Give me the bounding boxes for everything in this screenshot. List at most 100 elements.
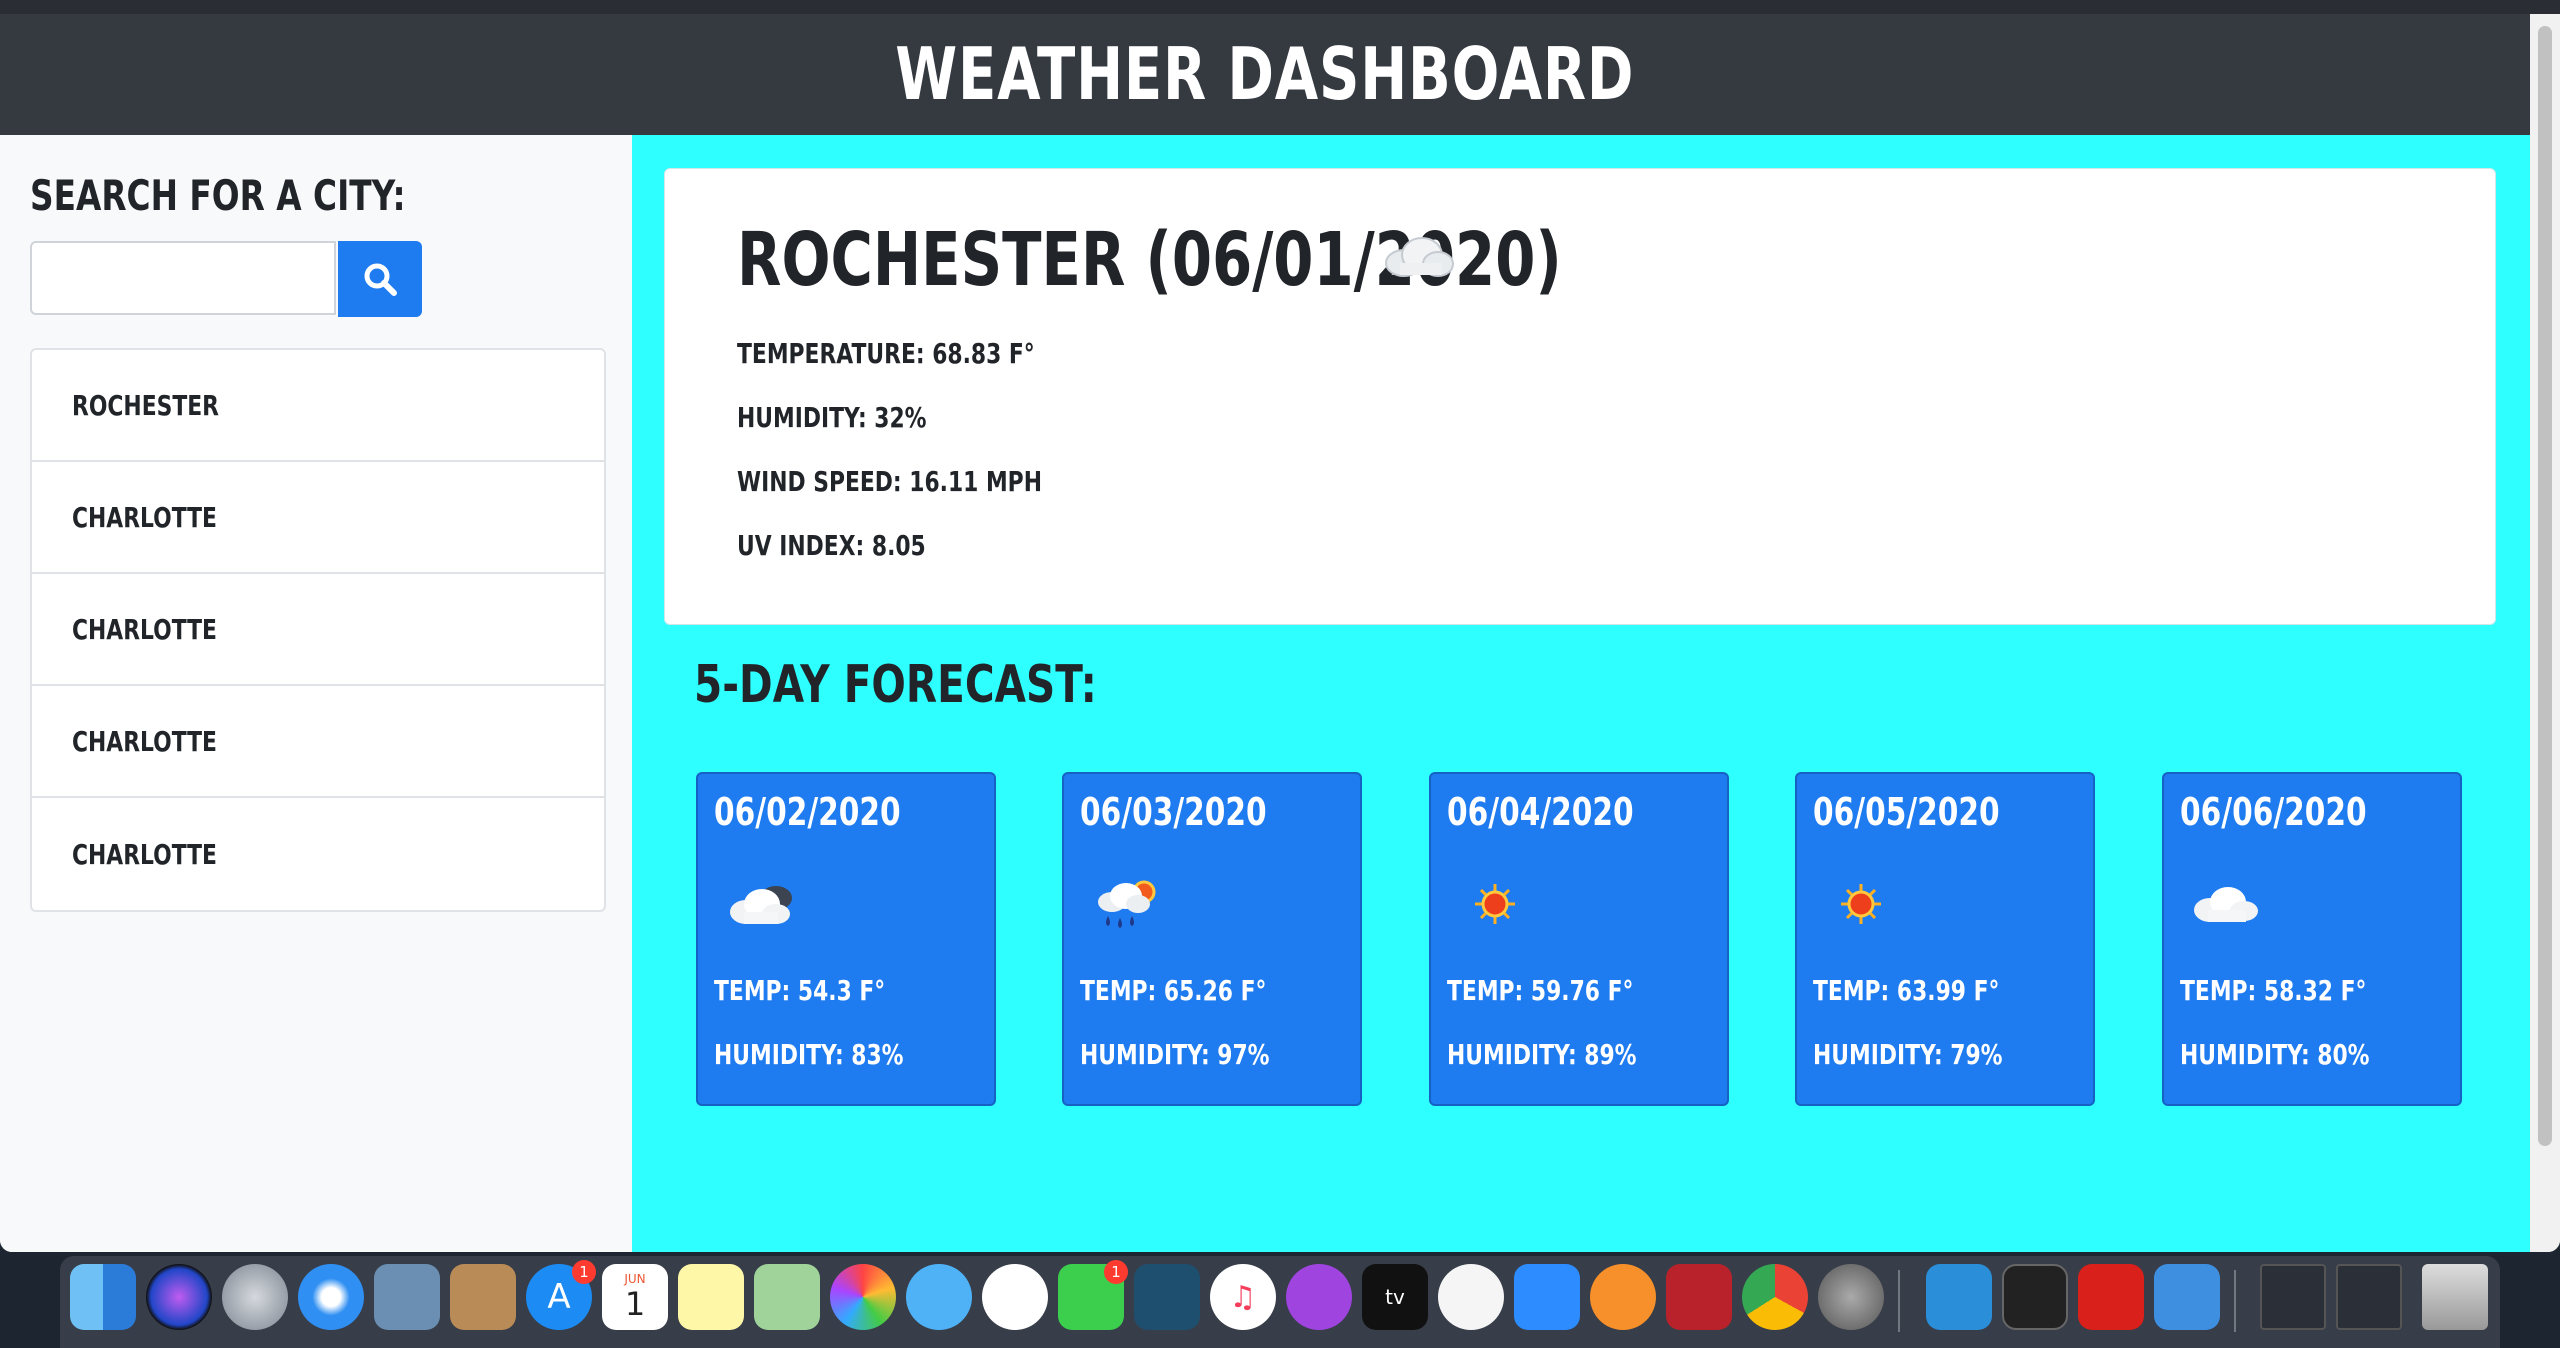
forecast-date: 06/03/2020 (1080, 790, 1319, 834)
city-item-label: CHARLOTTE (72, 724, 217, 758)
trash-icon[interactable] (2422, 1264, 2488, 1330)
forecast-temp: TEMP: 58.32 F° (2180, 974, 2419, 1007)
contacts-icon[interactable] (450, 1264, 516, 1330)
calendar-month: JUN (624, 1272, 646, 1286)
forecast-temp-text: TEMP: 59.76 F° (1447, 974, 1634, 1007)
calendar-icon[interactable]: JUN 1 (602, 1264, 668, 1330)
scrollbar-thumb[interactable] (2538, 26, 2552, 1146)
city-item[interactable]: ROCHESTER (32, 350, 604, 462)
notes-icon[interactable] (678, 1264, 744, 1330)
forecast-temp-text: TEMP: 65.26 F° (1080, 974, 1267, 1007)
appstore-icon[interactable]: A 1 (526, 1260, 596, 1330)
acrobat-icon[interactable] (2078, 1264, 2144, 1330)
forecast-date-text: 06/02/2020 (714, 790, 901, 834)
forecast-temp: TEMP: 54.3 F° (714, 974, 934, 1007)
city-item-label: CHARLOTTE (72, 837, 217, 871)
dock-separator (1898, 1270, 1900, 1332)
current-wind-speed-text: WIND SPEED: 16.11 MPH (737, 465, 1042, 498)
search-icon (364, 263, 397, 296)
sun-icon (1475, 884, 1515, 924)
partly-cloudy-icon (730, 886, 792, 924)
maps-icon[interactable] (754, 1264, 820, 1330)
forecast-temp: TEMP: 63.99 F° (1813, 974, 2052, 1007)
photobooth-icon[interactable] (1666, 1264, 1732, 1330)
forecast-date-text: 06/06/2020 (2180, 790, 2367, 834)
city-item[interactable]: CHARLOTTE (32, 686, 604, 798)
page-title: WEATHER DASHBOARD (895, 32, 1635, 116)
forecast-humidity-text: HUMIDITY: 89% (1447, 1038, 1637, 1071)
forecast-humidity: HUMIDITY: 97% (1080, 1038, 1323, 1071)
calendar-day: 1 (624, 1285, 646, 1323)
preview-icon[interactable] (374, 1264, 440, 1330)
facetime-icon[interactable]: 1 (1058, 1260, 1128, 1330)
city-item-label: CHARLOTTE (72, 500, 217, 534)
podcasts-icon[interactable] (1286, 1264, 1352, 1330)
forecast-card: 06/03/2020 TEMP: 65.26 F° HUMIDITY: 97% (1062, 772, 1362, 1106)
music-icon[interactable]: ♫ (1210, 1264, 1276, 1330)
vscode-icon[interactable] (1926, 1264, 1992, 1330)
scrollbar[interactable] (2530, 14, 2560, 1252)
browser-window: WEATHER DASHBOARD SEARCH FOR A CITY: ROC… (0, 0, 2560, 1252)
current-humidity: HUMIDITY: 32% (737, 401, 980, 434)
forecast-date-text: 06/04/2020 (1447, 790, 1634, 834)
sidebar: SEARCH FOR A CITY: ROCHESTER CHARLOTTE C… (0, 135, 632, 1252)
forecast-date-text: 06/03/2020 (1080, 790, 1267, 834)
cloud-icon (2194, 887, 2258, 922)
search-input[interactable] (30, 241, 336, 315)
forecast-temp-text: TEMP: 54.3 F° (714, 974, 886, 1007)
terminal-icon[interactable] (2002, 1264, 2068, 1330)
slack-icon[interactable] (982, 1264, 1048, 1330)
current-temperature-text: TEMPERATURE: 68.83 F° (737, 337, 1035, 370)
forecast-date: 06/05/2020 (1813, 790, 2052, 834)
forecast-humidity-text: HUMIDITY: 97% (1080, 1038, 1270, 1071)
city-item[interactable]: CHARLOTTE (32, 798, 604, 910)
current-city-title: ROCHESTER (06/01/2020) (737, 217, 1794, 303)
dock-separator (2234, 1270, 2236, 1332)
rain-sun-icon (1098, 880, 1156, 928)
city-item[interactable]: CHARLOTTE (32, 462, 604, 574)
zoom-icon[interactable] (1514, 1264, 1580, 1330)
forecast-temp-text: TEMP: 58.32 F° (2180, 974, 2367, 1007)
forecast-card: 06/05/2020 TEMP: 63.99 F° HUMIDITY: 79% (1795, 772, 2095, 1106)
forecast-humidity-text: HUMIDITY: 80% (2180, 1038, 2370, 1071)
search-title: SEARCH FOR A CITY: (30, 171, 512, 220)
window-top-strip (0, 0, 2560, 14)
xcode-icon[interactable] (2154, 1264, 2220, 1330)
forecast-temp-text: TEMP: 63.99 F° (1813, 974, 2000, 1007)
window-thumbnail-icon[interactable] (2260, 1264, 2326, 1330)
forecast-date: 06/04/2020 (1447, 790, 1686, 834)
siri-icon[interactable] (146, 1264, 212, 1330)
mysql-icon[interactable] (1134, 1264, 1200, 1330)
safari-icon[interactable] (298, 1264, 364, 1330)
forecast-temp: TEMP: 59.76 F° (1447, 974, 1686, 1007)
window-thumbnail-icon[interactable] (2336, 1264, 2402, 1330)
books-icon[interactable] (1590, 1264, 1656, 1330)
current-temperature: TEMPERATURE: 68.83 F° (737, 337, 1119, 370)
messages-icon[interactable] (906, 1264, 972, 1330)
search-button[interactable] (338, 241, 422, 317)
system-preferences-icon[interactable] (1818, 1264, 1884, 1330)
city-item-label: ROCHESTER (72, 388, 219, 422)
forecast-title-text: 5-DAY FORECAST: (694, 655, 1097, 715)
forecast-card: 06/02/2020 TEMP: 54.3 F° HUMIDITY: 83% (696, 772, 996, 1106)
finder-icon[interactable] (70, 1264, 136, 1330)
forecast-temp: TEMP: 65.26 F° (1080, 974, 1319, 1007)
tv-icon[interactable]: tv (1362, 1264, 1428, 1330)
city-item[interactable]: CHARLOTTE (32, 574, 604, 686)
sun-icon (1841, 884, 1881, 924)
city-history-list: ROCHESTER CHARLOTTE CHARLOTTE CHARLOTTE … (30, 348, 606, 912)
launchpad-icon[interactable] (222, 1264, 288, 1330)
current-humidity-text: HUMIDITY: 32% (737, 401, 927, 434)
dock: A 1 JUN 1 1 ♫ tv (60, 1256, 2500, 1348)
photos-icon[interactable] (830, 1264, 896, 1330)
forecast-humidity: HUMIDITY: 83% (714, 1038, 957, 1071)
forecast-card: 06/06/2020 TEMP: 58.32 F° HUMIDITY: 80% (2162, 772, 2462, 1106)
news-icon[interactable] (1438, 1264, 1504, 1330)
main-content: ROCHESTER (06/01/2020) TEMPERATURE: 68.8… (632, 135, 2530, 1252)
forecast-humidity: HUMIDITY: 79% (1813, 1038, 2056, 1071)
forecast-humidity: HUMIDITY: 80% (2180, 1038, 2423, 1071)
current-uv-index-text: UV INDEX: 8.05 (737, 529, 926, 562)
tv-label: tv (1385, 1285, 1405, 1309)
chrome-icon[interactable] (1742, 1264, 1808, 1330)
forecast-humidity-text: HUMIDITY: 79% (1813, 1038, 2003, 1071)
